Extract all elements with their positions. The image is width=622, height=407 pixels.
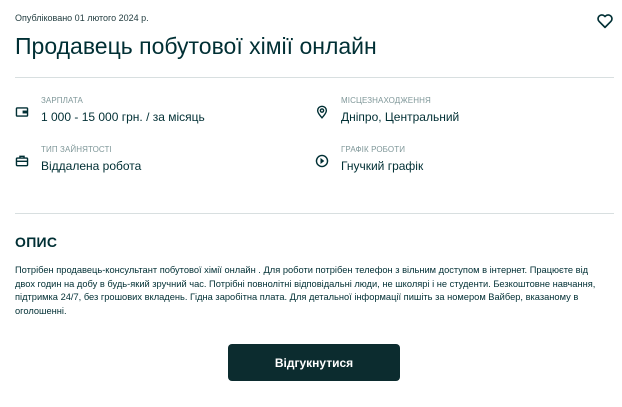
attribute-label: ГРАФІК РОБОТИ	[341, 145, 406, 154]
location-pin-icon	[315, 105, 329, 119]
apply-button[interactable]: Відгукнутися	[228, 344, 400, 381]
favorite-button[interactable]	[596, 12, 614, 30]
description-text: Потрібен продавець-консультант побутової…	[15, 265, 596, 316]
heart-icon	[596, 12, 614, 30]
attribute-label: ТИП ЗАЙНЯТОСТІ	[41, 145, 112, 154]
job-title: Продавець побутової хімії онлайн	[15, 33, 377, 59]
attribute-label: ЗАРПЛАТА	[41, 96, 83, 105]
attribute-value: Дніпро, Центральний	[341, 110, 460, 124]
description-heading: ОПИС	[15, 234, 58, 250]
play-circle-icon	[315, 154, 329, 168]
wallet-icon	[15, 105, 29, 119]
attribute-value: 1 000 - 15 000 грн. / за місяць	[41, 110, 205, 124]
attribute-value: Віддалена робота	[41, 159, 142, 173]
divider	[15, 213, 614, 214]
divider	[15, 77, 614, 78]
published-date: Опубліковано 01 лютого 2024 р.	[15, 13, 149, 23]
attribute-value: Гнучкий графік	[341, 159, 424, 173]
attribute-label: МІСЦЕЗНАХОДЖЕННЯ	[341, 96, 431, 105]
briefcase-icon	[15, 154, 29, 168]
